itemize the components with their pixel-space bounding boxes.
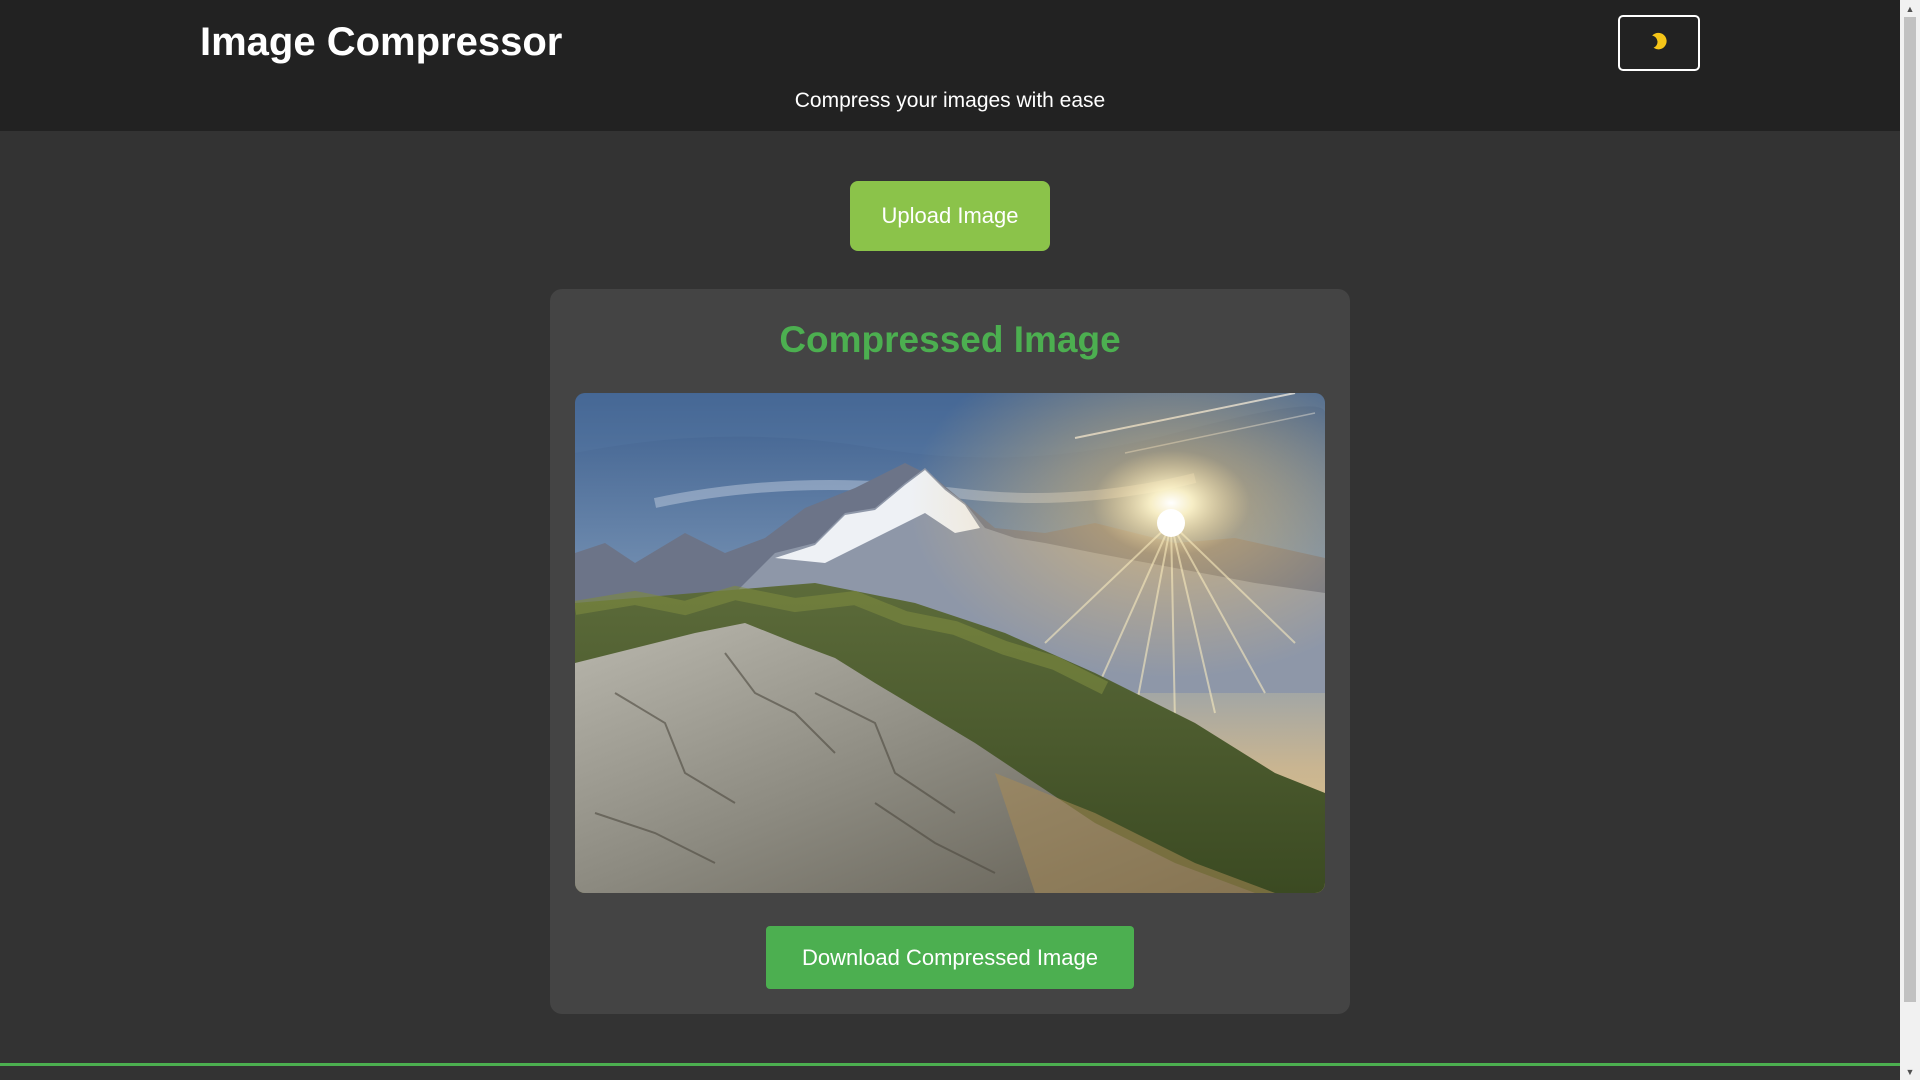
compressed-image-card: Compressed Image Download Compressed Ima…	[550, 289, 1350, 1014]
compressed-image-preview	[575, 393, 1325, 893]
moon-icon	[1648, 30, 1670, 57]
download-compressed-image-button[interactable]: Download Compressed Image	[766, 926, 1134, 989]
vertical-scrollbar[interactable]: ▲ ▼	[1900, 0, 1920, 1080]
scrollbar-thumb[interactable]	[1904, 17, 1916, 1002]
app-subtitle: Compress your images with ease	[794, 89, 1106, 112]
compressed-image-title: Compressed Image	[779, 319, 1121, 360]
theme-toggle-button[interactable]	[1618, 15, 1700, 71]
app-header: Image Compressor Compress your images wi…	[0, 0, 1900, 131]
upload-image-button[interactable]: Upload Image	[850, 181, 1050, 251]
footer-divider	[0, 1063, 1900, 1066]
scroll-up-arrow-icon[interactable]: ▲	[1900, 0, 1920, 17]
mountain-sunset-photo	[575, 393, 1325, 893]
app-title: Image Compressor	[200, 20, 563, 64]
page: Image Compressor Compress your images wi…	[0, 0, 1900, 1080]
scroll-down-arrow-icon[interactable]: ▼	[1900, 1063, 1920, 1080]
